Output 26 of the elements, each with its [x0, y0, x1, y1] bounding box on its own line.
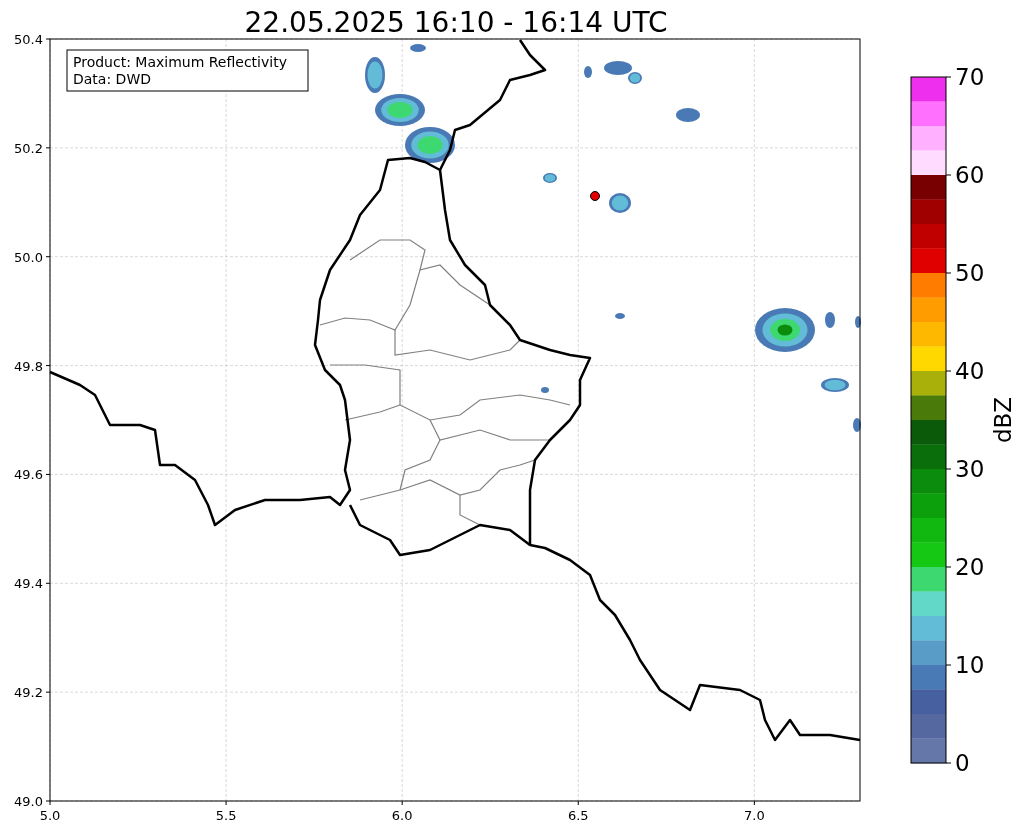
- y-tick-label: 49.2: [14, 685, 43, 701]
- colorbar-tick-label: 50: [955, 260, 985, 286]
- y-tick-label: 49.4: [14, 576, 43, 592]
- y-tick-label: 50.0: [14, 249, 43, 265]
- y-tick-label: 49.6: [14, 467, 43, 483]
- x-tick-label: 6.5: [567, 808, 589, 823]
- x-tick-label: 5.0: [39, 808, 61, 823]
- colorbar-tick-label: 70: [955, 64, 985, 90]
- y-tick-label: 50.4: [14, 32, 43, 47]
- colorbar-tick-label: 60: [955, 162, 985, 188]
- y-tick-label: 50.2: [14, 140, 43, 156]
- x-tick-label: 6.0: [391, 808, 413, 823]
- location-marker: [590, 191, 600, 201]
- chart-title: 22.05.2025 16:10 - 16:14 UTC: [244, 6, 668, 39]
- colorbar-tick-label: 20: [955, 554, 985, 580]
- colorbar-label: dBZ: [990, 396, 1016, 444]
- colorbar-tick-label: 40: [955, 358, 985, 384]
- info-text: Product: Maximum Reflectivity: [73, 54, 287, 70]
- x-tick-label: 5.5: [215, 808, 237, 823]
- colorbar-tick-label: 0: [955, 750, 970, 776]
- colorbar-tick-label: 30: [955, 456, 985, 482]
- x-tick-label: 7.0: [744, 808, 765, 823]
- y-tick-label: 49.8: [14, 358, 43, 374]
- colorbar-tick-label: 10: [955, 652, 985, 678]
- y-tick-label: 49.0: [14, 794, 43, 809]
- info-text: Data: DWD: [73, 71, 151, 87]
